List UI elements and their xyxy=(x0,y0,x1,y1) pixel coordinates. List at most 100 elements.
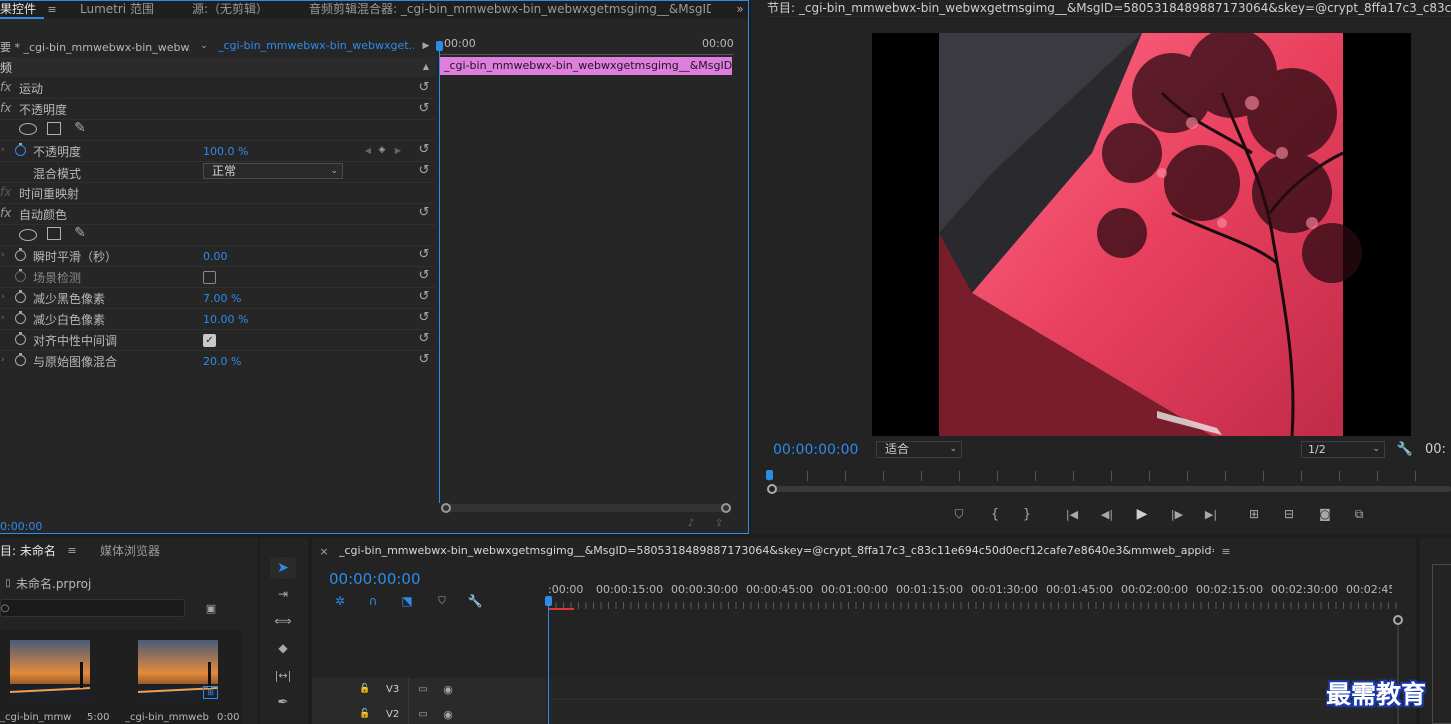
eye-icon[interactable]: ◉ xyxy=(441,683,455,696)
tab-menu-icon[interactable]: ≡ xyxy=(1220,544,1232,558)
time-remap-label[interactable]: 时间重映射 xyxy=(19,185,79,202)
track-area-v3[interactable] xyxy=(549,678,1394,700)
stopwatch-icon[interactable] xyxy=(15,143,26,156)
tab-source[interactable]: 源:（无剪辑） xyxy=(192,1,268,17)
collapse-up-icon[interactable]: ▲ xyxy=(421,59,431,73)
tab-effect-controls[interactable]: 果控件 xyxy=(0,1,44,19)
instant-smooth-value[interactable]: 0.00 xyxy=(203,250,228,263)
program-title[interactable]: 节目: _cgi-bin_mmwebwx-bin_webwxgetmsgimg_… xyxy=(767,0,1451,16)
reset-icon[interactable]: ↺ xyxy=(417,206,431,220)
reset-icon[interactable]: ↺ xyxy=(417,290,431,304)
project-search-input[interactable]: ○ xyxy=(0,599,185,617)
wrench-icon[interactable]: 🔧 xyxy=(1397,441,1413,457)
mini-playhead-handle[interactable] xyxy=(436,41,443,51)
timeline-ruler-ticks[interactable] xyxy=(548,602,1398,609)
reset-icon[interactable]: ↺ xyxy=(417,102,431,116)
audio-only-icon[interactable]: ♪ xyxy=(684,517,698,529)
auto-color-label[interactable]: 自动颜色 xyxy=(19,206,67,223)
close-icon[interactable]: × xyxy=(318,544,330,558)
stopwatch-icon[interactable] xyxy=(15,311,26,324)
lift-icon[interactable]: ⊞ xyxy=(1245,506,1263,522)
opacity-value[interactable]: 100.0 % xyxy=(203,145,248,158)
linked-selection-icon[interactable]: ⬔ xyxy=(399,593,415,609)
compare-view-icon[interactable]: ⧉ xyxy=(1350,506,1368,522)
video-frame[interactable] xyxy=(872,33,1411,436)
stopwatch-icon[interactable] xyxy=(15,332,26,345)
reset-icon[interactable]: ↺ xyxy=(417,164,431,178)
snap-neutral-checkbox[interactable]: ✓ xyxy=(203,334,216,347)
mini-zoom-handle-left[interactable] xyxy=(441,503,451,513)
rect-mask-icon[interactable] xyxy=(47,227,61,240)
twirl-icon[interactable]: › xyxy=(1,313,5,323)
step-back-icon[interactable]: ◀| xyxy=(1099,506,1115,522)
track-target-v3[interactable] xyxy=(408,678,409,700)
go-to-in-icon[interactable]: |◀ xyxy=(1064,506,1080,522)
mark-in-icon[interactable]: { xyxy=(987,506,1003,522)
twirl-icon[interactable]: › xyxy=(1,250,5,260)
mini-clip-bar[interactable]: _cgi-bin_mmwebwx-bin_webwxgetmsgimg__&Ms… xyxy=(440,57,732,75)
reduce-black-value[interactable]: 7.00 % xyxy=(203,292,241,305)
reset-icon[interactable]: ↺ xyxy=(417,269,431,283)
resolution-select[interactable]: 1/2 ⌄ xyxy=(1301,441,1385,458)
play-triangle-icon[interactable]: ▶ xyxy=(420,39,432,53)
mini-zoom-handle-right[interactable] xyxy=(721,503,731,513)
snap-magnet-icon[interactable]: ∩ xyxy=(365,593,381,609)
twirl-icon[interactable]: › xyxy=(1,355,5,365)
program-zoom-handle[interactable] xyxy=(767,484,777,494)
reset-icon[interactable]: ↺ xyxy=(417,353,431,367)
new-bin-icon[interactable]: ▣ xyxy=(203,600,219,616)
track-area-v2[interactable] xyxy=(549,701,1394,724)
marker-icon[interactable]: ⛉ xyxy=(951,506,967,522)
reset-icon[interactable]: ↺ xyxy=(417,143,431,157)
reset-icon[interactable]: ↺ xyxy=(417,311,431,325)
blend-original-value[interactable]: 20.0 % xyxy=(203,355,241,368)
ellipse-mask-icon[interactable] xyxy=(19,229,37,241)
extract-icon[interactable]: ⊟ xyxy=(1280,506,1298,522)
add-marker-icon[interactable]: ⛉ xyxy=(434,593,450,609)
slip-tool-icon[interactable]: |↔| xyxy=(272,665,294,685)
sequence-clip-label[interactable]: _cgi-bin_mmwebwx-bin_webwxget... xyxy=(218,39,414,52)
mark-out-icon[interactable]: } xyxy=(1019,506,1035,522)
twirl-icon[interactable]: › xyxy=(1,292,5,302)
track-select-tool-icon[interactable]: ⇥ xyxy=(272,584,294,604)
razor-tool-icon[interactable]: ◆ xyxy=(272,638,294,658)
pen-mask-icon[interactable]: ✎ xyxy=(72,225,88,241)
wrench-icon[interactable]: 🔧 xyxy=(467,593,483,609)
keyframe-add-icon[interactable]: ◈ xyxy=(377,144,387,156)
keyframe-prev-icon[interactable]: ◀ xyxy=(363,144,373,156)
go-to-out-icon[interactable]: ▶| xyxy=(1203,506,1219,522)
opacity-group-label[interactable]: 不透明度 xyxy=(19,101,67,118)
keyframe-next-icon[interactable]: ▶ xyxy=(393,144,403,156)
thumbnail[interactable] xyxy=(10,640,90,700)
tab-menu-icon[interactable]: ≡ xyxy=(47,3,57,16)
lock-icon[interactable]: 🔓 xyxy=(359,683,371,695)
timeline-tab-title[interactable]: _cgi-bin_mmwebwx-bin_webwxgetmsgimg__&Ms… xyxy=(339,544,1214,558)
reset-icon[interactable]: ↺ xyxy=(417,81,431,95)
selection-tool-icon[interactable]: ➤ xyxy=(270,557,296,579)
reset-icon[interactable]: ↺ xyxy=(417,248,431,262)
rect-mask-icon[interactable] xyxy=(47,122,61,135)
track-target-v2[interactable] xyxy=(408,701,409,724)
program-timecode[interactable]: 00:00:00:00 xyxy=(773,442,858,458)
scene-detect-checkbox[interactable] xyxy=(203,271,216,284)
mini-playhead[interactable] xyxy=(439,41,440,503)
tab-lumetri-scopes[interactable]: Lumetri 范围 xyxy=(80,1,154,17)
tab-media-browser[interactable]: 媒体浏览器 xyxy=(100,543,160,559)
pen-mask-icon[interactable]: ✎ xyxy=(72,120,88,136)
stopwatch-icon[interactable] xyxy=(15,290,26,303)
twirl-icon[interactable]: › xyxy=(1,145,5,155)
program-zoom-bar[interactable] xyxy=(771,486,1451,492)
mini-timeline-ruler[interactable] xyxy=(440,51,734,55)
nest-sequence-icon[interactable]: ✲ xyxy=(332,593,348,609)
mini-zoom-scroll[interactable] xyxy=(442,504,731,512)
sync-lock-icon[interactable]: ▭ xyxy=(416,708,430,720)
tab-project[interactable]: 目: 未命名 xyxy=(0,543,56,559)
tab-menu-icon[interactable]: ≡ xyxy=(67,544,77,557)
chevron-down-icon[interactable]: ⌄ xyxy=(198,39,210,53)
fit-select[interactable]: 适合 ⌄ xyxy=(876,441,962,458)
timeline-timecode[interactable]: 00:00:00:00 xyxy=(329,570,421,588)
eye-icon[interactable]: ◉ xyxy=(441,708,455,721)
timeline-vscroll-handle[interactable] xyxy=(1393,615,1403,625)
export-icon[interactable]: ⇪ xyxy=(712,517,726,529)
blend-mode-select[interactable]: 正常 ⌄ xyxy=(203,163,343,179)
